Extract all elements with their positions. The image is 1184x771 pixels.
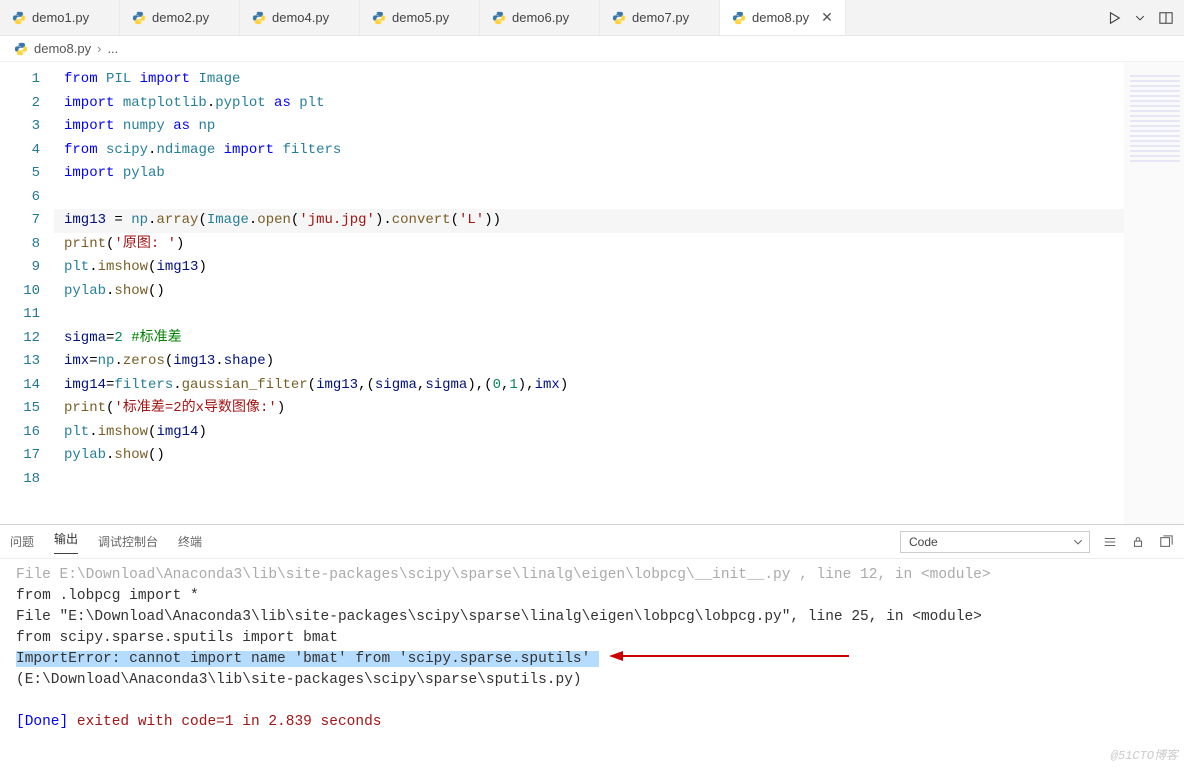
- code-line[interactable]: imx=np.zeros(img13.shape): [54, 350, 1124, 374]
- line-gutter: 123456789101112131415161718: [0, 62, 54, 524]
- line-number: 10: [0, 280, 40, 304]
- output-body[interactable]: File E:\Download\Anaconda3\lib\site-pack…: [0, 559, 1184, 771]
- error-highlight: ImportError: cannot import name 'bmat' f…: [16, 651, 599, 667]
- line-number: 15: [0, 397, 40, 421]
- code-line[interactable]: print('原图: '): [54, 233, 1124, 257]
- line-number: 14: [0, 374, 40, 398]
- output-channel-label: Code: [909, 535, 938, 549]
- tab-label: demo6.py: [512, 10, 569, 25]
- breadcrumb-sep: ›: [97, 41, 101, 56]
- line-number: 3: [0, 115, 40, 139]
- editor-tabs: demo1.py demo2.py demo4.py demo5.py demo…: [0, 0, 1184, 36]
- line-number: 16: [0, 421, 40, 445]
- output-channel-select[interactable]: Code: [900, 531, 1090, 553]
- line-number: 11: [0, 303, 40, 327]
- panel-tab-terminal[interactable]: 终端: [178, 533, 202, 550]
- line-number: 1: [0, 68, 40, 92]
- line-number: 7: [0, 209, 40, 233]
- line-number: 8: [0, 233, 40, 257]
- line-number: 2: [0, 92, 40, 116]
- clear-output-icon[interactable]: [1102, 534, 1118, 550]
- breadcrumb[interactable]: demo8.py › ...: [0, 36, 1184, 62]
- tab-demo6[interactable]: demo6.py: [480, 0, 600, 35]
- code-line[interactable]: from PIL import Image: [54, 68, 1124, 92]
- python-icon: [14, 42, 28, 56]
- line-number: 9: [0, 256, 40, 280]
- code-line[interactable]: print('标准差=2的x导数图像:'): [54, 397, 1124, 421]
- done-rest: exited with code=1 in 2.839 seconds: [77, 714, 382, 730]
- editor[interactable]: 123456789101112131415161718 from PIL imp…: [0, 62, 1184, 524]
- output-done-line: [Done] exited with code=1 in 2.839 secon…: [16, 712, 1174, 733]
- tab-demo1[interactable]: demo1.py: [0, 0, 120, 35]
- tab-label: demo5.py: [392, 10, 449, 25]
- code-line[interactable]: import numpy as np: [54, 115, 1124, 139]
- tab-demo2[interactable]: demo2.py: [120, 0, 240, 35]
- output-error-line: ImportError: cannot import name 'bmat' f…: [16, 649, 1174, 670]
- output-line: File "E:\Download\Anaconda3\lib\site-pac…: [16, 607, 1174, 628]
- line-number: 13: [0, 350, 40, 374]
- open-log-icon[interactable]: [1158, 534, 1174, 550]
- chevron-down-icon: [1073, 536, 1083, 550]
- line-number: 5: [0, 162, 40, 186]
- panel-tab-problems[interactable]: 问题: [10, 533, 34, 550]
- close-icon[interactable]: ✕: [821, 9, 833, 26]
- tab-demo5[interactable]: demo5.py: [360, 0, 480, 35]
- line-number: 18: [0, 468, 40, 492]
- editor-toolbar: [1096, 0, 1184, 35]
- code-area[interactable]: from PIL import Imageimport matplotlib.p…: [54, 62, 1124, 524]
- panel-tab-debug-console[interactable]: 调试控制台: [98, 533, 158, 550]
- watermark: @51CTO博客: [1111, 746, 1178, 767]
- code-line[interactable]: from scipy.ndimage import filters: [54, 139, 1124, 163]
- python-icon: [612, 11, 626, 25]
- code-line[interactable]: import matplotlib.pyplot as plt: [54, 92, 1124, 116]
- python-icon: [372, 11, 386, 25]
- tab-demo4[interactable]: demo4.py: [240, 0, 360, 35]
- output-line: from scipy.sparse.sputils import bmat: [16, 628, 1174, 649]
- code-line[interactable]: sigma=2 #标准差: [54, 327, 1124, 351]
- python-icon: [492, 11, 506, 25]
- line-number: 17: [0, 444, 40, 468]
- chevron-down-icon[interactable]: [1132, 10, 1148, 26]
- line-number: 4: [0, 139, 40, 163]
- code-line[interactable]: [54, 186, 1124, 210]
- code-line[interactable]: [54, 468, 1124, 492]
- tab-demo8[interactable]: demo8.py ✕: [720, 0, 846, 35]
- line-number: 12: [0, 327, 40, 351]
- python-icon: [252, 11, 266, 25]
- code-line[interactable]: img13 = np.array(Image.open('jmu.jpg').c…: [54, 209, 1124, 233]
- python-icon: [12, 11, 26, 25]
- panel-tab-output[interactable]: 输出: [54, 530, 78, 554]
- code-line[interactable]: plt.imshow(img14): [54, 421, 1124, 445]
- bottom-panel: 问题 输出 调试控制台 终端 Code File E:\Download\Ana…: [0, 524, 1184, 771]
- done-label: [Done]: [16, 714, 77, 730]
- line-number: 6: [0, 186, 40, 210]
- lock-scroll-icon[interactable]: [1130, 534, 1146, 550]
- python-icon: [132, 11, 146, 25]
- output-line: from .lobpcg import *: [16, 586, 1174, 607]
- code-line[interactable]: [54, 303, 1124, 327]
- tab-label: demo8.py: [752, 10, 809, 25]
- run-icon[interactable]: [1106, 10, 1122, 26]
- tab-label: demo1.py: [32, 10, 89, 25]
- minimap[interactable]: [1124, 62, 1184, 524]
- breadcrumb-rest: ...: [107, 41, 118, 56]
- output-line: (E:\Download\Anaconda3\lib\site-packages…: [16, 670, 1174, 691]
- tab-label: demo4.py: [272, 10, 329, 25]
- code-line[interactable]: plt.imshow(img13): [54, 256, 1124, 280]
- annotation-arrow-icon: [609, 649, 849, 670]
- python-icon: [732, 11, 746, 25]
- tab-label: demo7.py: [632, 10, 689, 25]
- code-line[interactable]: import pylab: [54, 162, 1124, 186]
- split-editor-icon[interactable]: [1158, 10, 1174, 26]
- code-line[interactable]: img14=filters.gaussian_filter(img13,(sig…: [54, 374, 1124, 398]
- code-line[interactable]: pylab.show(): [54, 444, 1124, 468]
- tab-label: demo2.py: [152, 10, 209, 25]
- output-line: File E:\Download\Anaconda3\lib\site-pack…: [16, 565, 1174, 586]
- panel-tabs: 问题 输出 调试控制台 终端 Code: [0, 525, 1184, 559]
- breadcrumb-file: demo8.py: [34, 41, 91, 56]
- code-line[interactable]: pylab.show(): [54, 280, 1124, 304]
- tab-demo7[interactable]: demo7.py: [600, 0, 720, 35]
